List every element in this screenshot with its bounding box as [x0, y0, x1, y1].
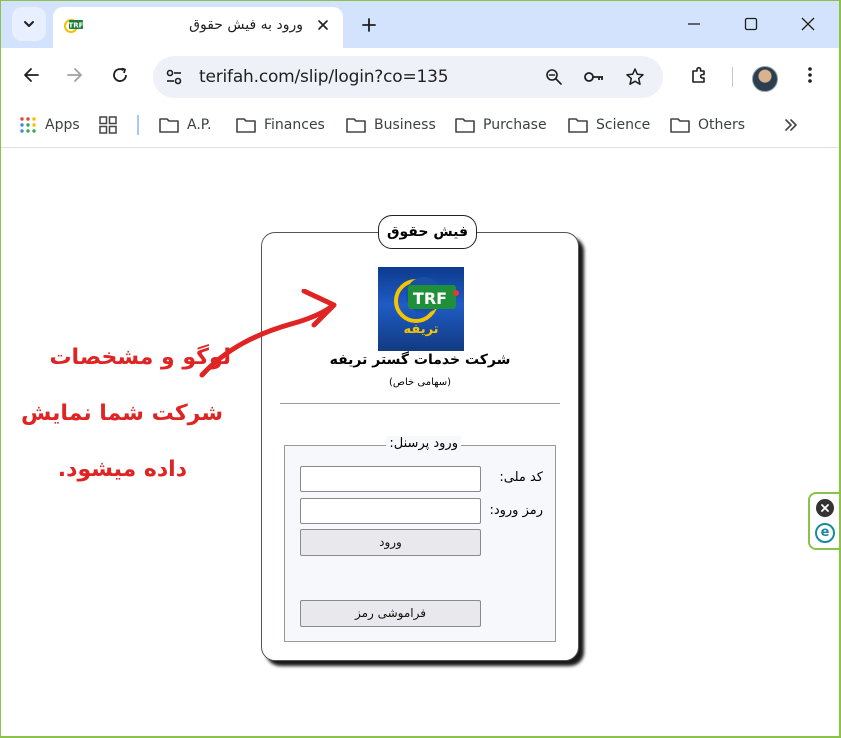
company-logo: TRF تریفه — [378, 267, 464, 351]
annotation-line-1: لوگو و مشخصات — [49, 345, 231, 370]
folder-icon — [568, 118, 588, 133]
bookmarks-bar: Apps A.P. Finances Business Purchase Sci… — [1, 102, 839, 148]
maximize-button[interactable] — [738, 11, 764, 37]
puzzle-icon — [692, 66, 705, 83]
extensions-button[interactable] — [687, 63, 711, 87]
page-content: فیش حقوق TRF تریفه شرکت خدمات گستر تریفه… — [1, 149, 839, 736]
close-tab-button[interactable] — [313, 15, 333, 35]
arrow-right-icon — [67, 68, 82, 82]
national-code-input[interactable] — [300, 466, 481, 492]
close-icon — [801, 17, 815, 31]
star-icon — [626, 68, 644, 85]
password-input[interactable] — [300, 498, 481, 524]
login-legend: ورود پرسنل: — [386, 436, 461, 451]
bookmark-folder-finances[interactable]: Finances — [236, 114, 325, 136]
tab-strip: TRF ورود به فیش حقوق — [1, 1, 839, 48]
bookmark-label: Science — [596, 117, 651, 133]
bookmarks-overflow-button[interactable] — [783, 114, 799, 136]
chevron-down-icon — [24, 21, 34, 27]
password-label: رمز ورود: — [489, 503, 543, 518]
password-manager-button[interactable] — [583, 66, 605, 88]
bookmark-folder-science[interactable]: Science — [568, 114, 650, 136]
bookmark-label: Finances — [264, 117, 325, 133]
bookmark-folder-ap[interactable]: A.P. — [159, 114, 212, 136]
browser-window: TRF ورود به فیش حقوق terifah.com/slip/lo… — [1, 1, 839, 736]
maximize-icon — [744, 17, 758, 31]
annotation-line-3: داده میشود. — [57, 457, 187, 482]
browser-menu-button[interactable] — [798, 63, 822, 87]
active-tab[interactable]: TRF ورود به فیش حقوق — [53, 7, 343, 48]
trf-favicon-icon: TRF — [64, 19, 83, 33]
tab-groups-icon — [99, 116, 117, 134]
plus-icon — [362, 18, 376, 32]
login-submit-button[interactable]: ورود — [300, 529, 481, 556]
bookmark-folder-others[interactable]: Others — [670, 114, 745, 136]
bookmark-label: Purchase — [483, 117, 547, 133]
tune-icon — [166, 69, 182, 85]
profile-avatar[interactable] — [752, 66, 778, 92]
national-code-label: کد ملی: — [499, 470, 543, 485]
bookmark-apps-label: Apps — [45, 117, 80, 133]
divider — [280, 403, 560, 404]
reload-button[interactable] — [108, 63, 132, 87]
new-tab-button[interactable] — [357, 13, 381, 37]
zoom-icon — [546, 69, 562, 85]
close-window-button[interactable] — [795, 11, 821, 37]
more-vert-icon — [808, 67, 812, 83]
annotation-line-2: شرکت شما نمایش — [21, 401, 223, 426]
folder-icon — [346, 118, 366, 133]
tab-groups-button[interactable] — [99, 114, 117, 136]
company-logo-image: TRF تریفه — [394, 277, 459, 337]
address-bar[interactable]: terifah.com/slip/login?co=135 — [153, 56, 663, 98]
close-icon — [821, 504, 829, 512]
folder-icon — [455, 118, 475, 133]
folder-icon — [159, 118, 179, 133]
browser-toolbar: terifah.com/slip/login?co=135 — [1, 48, 839, 102]
tab-search-button[interactable] — [12, 7, 46, 41]
url-text: terifah.com/slip/login?co=135 — [199, 67, 449, 87]
logo-text: TRF — [413, 289, 447, 308]
favicon-text: TRF — [69, 22, 83, 30]
minimize-icon — [688, 23, 700, 25]
bookmark-apps[interactable]: Apps — [19, 114, 80, 136]
apps-grid-icon — [20, 117, 36, 133]
chevrons-right-icon — [785, 119, 797, 131]
bookmark-label: Others — [698, 117, 746, 133]
back-button[interactable] — [19, 63, 43, 87]
zoom-button[interactable] — [543, 66, 565, 88]
toolbar-divider — [732, 67, 733, 87]
forward-button[interactable] — [63, 63, 87, 87]
minimize-button[interactable] — [681, 11, 707, 37]
site-info-button[interactable] — [163, 66, 185, 88]
bookmark-label: Business — [374, 117, 436, 133]
bookmark-folder-purchase[interactable]: Purchase — [455, 114, 547, 136]
tab-title: ورود به فیش حقوق — [189, 17, 303, 33]
bookmarks-divider — [137, 115, 139, 135]
widget-close-button[interactable] — [816, 499, 834, 517]
logo-subtext: تریفه — [403, 322, 438, 337]
arrow-left-icon — [24, 68, 39, 82]
login-fieldset: ورود پرسنل: کد ملی: رمز ورود: ورود فرامو… — [284, 436, 556, 642]
side-widget: e — [808, 492, 839, 550]
close-icon — [318, 20, 328, 30]
bookmark-folder-business[interactable]: Business — [346, 114, 436, 136]
reload-icon — [113, 67, 127, 82]
folder-icon — [236, 118, 256, 133]
card-title: فیش حقوق — [378, 215, 478, 249]
folder-icon — [670, 118, 690, 133]
widget-e-icon[interactable]: e — [815, 523, 835, 543]
bookmark-star-button[interactable] — [624, 66, 646, 88]
forgot-password-button[interactable]: فراموشی رمز — [300, 600, 481, 627]
bookmark-label: A.P. — [187, 117, 212, 133]
annotation-arrow — [199, 289, 337, 378]
key-icon — [584, 72, 603, 82]
